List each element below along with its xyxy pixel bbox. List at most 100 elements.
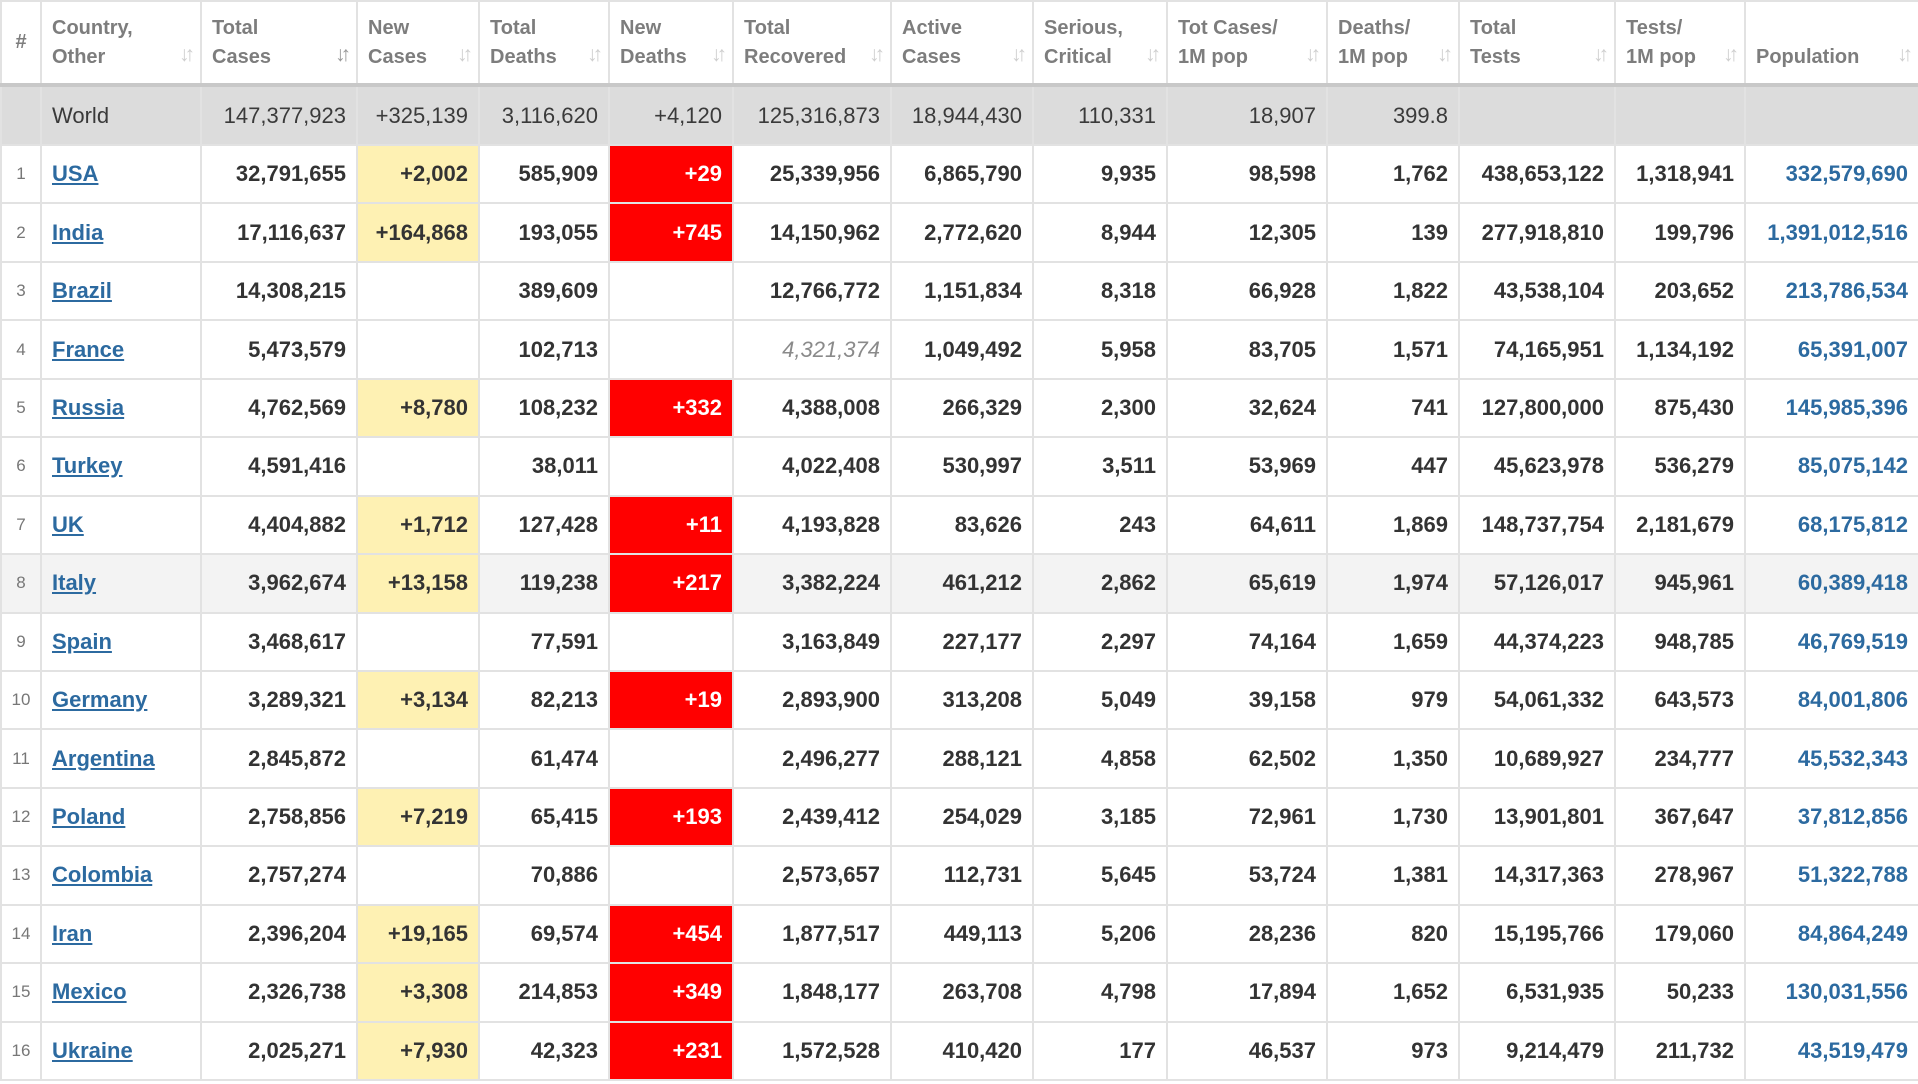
population-cell[interactable]: 213,786,534 [1744,260,1918,322]
country-link[interactable]: Colombia [52,862,152,887]
population-cell[interactable]: 85,075,142 [1744,436,1918,497]
total-cases-cell: 2,845,872 [200,728,358,789]
column-header-population[interactable]: Population ↓↑ [1744,0,1918,87]
column-header-total-deaths[interactable]: Total Deaths ↓↑ [478,0,610,87]
new-cases-cell: +7,219 [356,786,480,848]
new-cases-cell: +7,930 [356,1020,480,1082]
sort-icon[interactable]: ↓↑ [457,40,473,69]
country-link[interactable]: France [52,337,124,362]
header-line-1: Total [490,16,537,39]
active-cases-cell: 313,208 [890,669,1034,731]
total-cases-cell: 3,289,321 [200,669,358,731]
column-header-serious-critical[interactable]: Serious, Critical ↓↑ [1032,0,1168,87]
population-cell[interactable]: 43,519,479 [1744,1020,1918,1082]
sort-desc-icon[interactable]: ↓↑ [335,40,351,69]
total-cases-cell: 4,591,416 [200,436,358,497]
cases-per-1m-cell: 74,164 [1166,611,1328,672]
total-recovered-cell: 1,572,528 [732,1020,892,1082]
cases-per-1m-cell: 64,611 [1166,494,1328,556]
population-cell[interactable]: 46,769,519 [1744,611,1918,672]
tests-per-1m-cell: 203,652 [1614,260,1746,322]
table-row: 15 Mexico 2,326,738 +3,308 214,853 +349 1,848,… [0,962,1918,1023]
cases-per-1m-cell: 65,619 [1166,553,1328,614]
active-cases-cell: 83,626 [890,494,1034,556]
country-link[interactable]: USA [52,161,98,186]
population-cell[interactable]: 1,391,012,516 [1744,202,1918,263]
country-link[interactable]: Poland [52,804,125,829]
country-link[interactable]: Mexico [52,979,127,1004]
column-header-active-cases[interactable]: Active Cases ↓↑ [890,0,1034,87]
population-cell[interactable]: 65,391,007 [1744,319,1918,380]
country-cell: Argentina [40,728,202,789]
total-deaths-cell: 42,323 [478,1020,610,1082]
column-header-index[interactable]: # [0,0,42,87]
sort-icon[interactable]: ↓↑ [1723,40,1739,69]
country-link[interactable]: Brazil [52,278,112,303]
column-header-cases-per-1m[interactable]: Tot Cases/1M pop ↓↑ [1166,0,1328,87]
active-cases-cell: 254,029 [890,786,1034,848]
column-header-total-cases[interactable]: Total Cases ↓↑ [200,0,358,87]
population-cell[interactable]: 37,812,856 [1744,786,1918,848]
column-header-label: New Cases [368,14,468,72]
active-cases-cell: 449,113 [890,903,1034,965]
table-row: 10 Germany 3,289,321 +3,134 82,213 +19 2,893,9… [0,669,1918,731]
population-cell[interactable]: 51,322,788 [1744,845,1918,906]
population-cell[interactable]: 45,532,343 [1744,728,1918,789]
column-header-new-deaths[interactable]: New Deaths ↓↑ [608,0,734,87]
population-cell[interactable]: 130,031,556 [1744,962,1918,1023]
header-line-2: Tests [1470,45,1521,68]
header-line-2: Other [52,45,106,68]
total-tests-cell: 10,689,927 [1458,728,1616,789]
table-row: 2 India 17,116,637 +164,868 193,055 +745 14,15… [0,202,1918,263]
population-cell[interactable]: 60,389,418 [1744,553,1918,614]
country-link[interactable]: Italy [52,570,96,595]
column-header-label: Country, Other [52,14,190,72]
column-header-label: Serious, Critical [1044,14,1156,72]
country-link[interactable]: Turkey [52,453,123,478]
tests-per-1m-cell: 199,796 [1614,202,1746,263]
sort-icon[interactable]: ↓↑ [711,40,727,69]
column-header-deaths-per-1m[interactable]: Deaths/1M pop ↓↑ [1326,0,1460,87]
sort-icon[interactable]: ↓↑ [1437,40,1453,69]
sort-icon[interactable]: ↓↑ [1305,40,1321,69]
country-link[interactable]: Ukraine [52,1038,133,1063]
country-cell: France [40,319,202,380]
country-link[interactable]: Germany [52,687,147,712]
country-link[interactable]: UK [52,512,84,537]
new-deaths-cell [608,436,734,497]
country-link[interactable]: Russia [52,395,124,420]
column-header-total-tests[interactable]: Total Tests ↓↑ [1458,0,1616,87]
sort-icon[interactable]: ↓↑ [869,40,885,69]
population-cell[interactable]: 145,985,396 [1744,377,1918,439]
country-cell: Turkey [40,436,202,497]
header-line-1: New [368,16,410,39]
sort-icon[interactable]: ↓↑ [1897,40,1913,69]
sort-icon[interactable]: ↓↑ [1145,40,1161,69]
sort-icon[interactable]: ↓↑ [179,40,195,69]
country-link[interactable]: Argentina [52,746,155,771]
sort-icon[interactable]: ↓↑ [587,40,603,69]
country-link[interactable]: Iran [52,921,92,946]
row-index: 14 [0,903,42,965]
country-link[interactable]: India [52,220,103,245]
column-header-new-cases[interactable]: New Cases ↓↑ [356,0,480,87]
column-header-total-recovered[interactable]: Total Recovered ↓↑ [732,0,892,87]
new-deaths-cell: +11 [608,494,734,556]
sort-icon[interactable]: ↓↑ [1011,40,1027,69]
column-header-country[interactable]: Country, Other ↓↑ [40,0,202,87]
world-serious-critical: 110,331 [1032,84,1168,146]
total-deaths-cell: 70,886 [478,845,610,906]
header-line-2: Cases [368,45,427,68]
population-cell[interactable]: 332,579,690 [1744,143,1918,205]
population-cell[interactable]: 68,175,812 [1744,494,1918,556]
country-link[interactable]: Spain [52,629,112,654]
column-header-tests-per-1m[interactable]: Tests/1M pop ↓↑ [1614,0,1746,87]
row-index: 12 [0,786,42,848]
population-cell[interactable]: 84,001,806 [1744,669,1918,731]
deaths-per-1m-cell: 1,381 [1326,845,1460,906]
population-cell[interactable]: 84,864,249 [1744,903,1918,965]
column-header-label: Total Recovered [744,14,880,72]
total-recovered-cell: 3,163,849 [732,611,892,672]
column-header-label: Total Tests [1470,14,1604,72]
sort-icon[interactable]: ↓↑ [1593,40,1609,69]
